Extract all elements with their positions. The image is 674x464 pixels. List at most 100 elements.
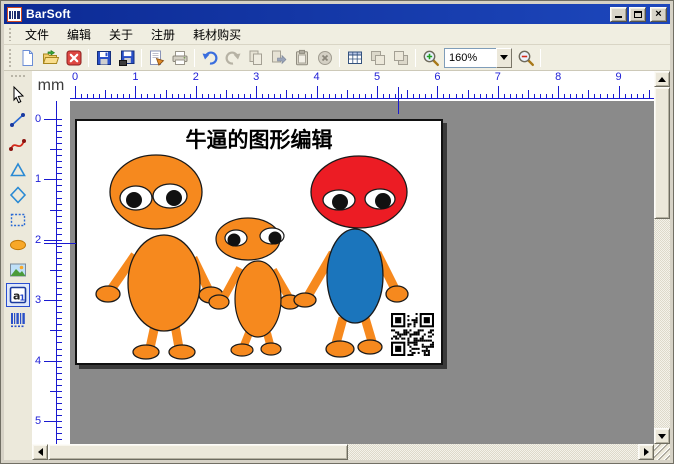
figure1-hand-left[interactable] (95, 285, 121, 303)
ruler-tick (521, 94, 523, 99)
move-icon (271, 50, 286, 64)
horizontal-scrollbar[interactable] (32, 444, 670, 460)
figure3-body[interactable] (326, 228, 384, 324)
ruler-tick (56, 348, 62, 350)
figure-left-orange[interactable] (95, 154, 224, 360)
v-ruler-baseline (56, 101, 57, 444)
figure2-body[interactable] (234, 260, 282, 338)
figure2-foot-right[interactable] (260, 342, 282, 356)
zoom-in-button[interactable] (419, 47, 442, 69)
menubar-grip[interactable] (8, 27, 12, 41)
new-document-button[interactable] (16, 47, 39, 69)
ruler-tick (189, 94, 191, 99)
ruler-tick (274, 94, 276, 99)
ruler-tick (75, 86, 76, 99)
ruler-tick (395, 94, 397, 99)
figure3-head[interactable] (310, 155, 408, 229)
ruler-tick (56, 288, 62, 290)
print-button[interactable] (168, 47, 191, 69)
menu-about[interactable]: 关于 (100, 24, 142, 45)
design-label-canvas[interactable]: 牛逼的图形编辑 (75, 119, 443, 365)
ruler-tick (534, 94, 536, 99)
figure-middle-orange[interactable] (208, 217, 301, 357)
tool-image[interactable] (6, 258, 30, 282)
zoom-out-button[interactable] (514, 47, 537, 69)
figure2-foot-left[interactable] (230, 343, 254, 357)
page-setup-button[interactable] (145, 47, 168, 69)
scroll-right-button[interactable] (638, 444, 654, 460)
ruler-tick (105, 90, 107, 99)
save-file-button[interactable] (92, 47, 115, 69)
ruler-tick (159, 94, 161, 99)
tool-ellipse[interactable] (6, 233, 30, 257)
tool-select[interactable] (6, 83, 30, 107)
tool-curve[interactable] (6, 133, 30, 157)
ruler-tick (56, 342, 62, 344)
menu-supplies[interactable]: 耗材购买 (184, 24, 250, 45)
close-icon: × (655, 7, 662, 20)
v-ruler-number: 5 (35, 415, 42, 427)
ruler-tick (56, 354, 62, 356)
app-icon-barcode[interactable] (7, 6, 22, 22)
save-as-button[interactable] (115, 47, 138, 69)
maximize-icon (633, 10, 642, 18)
tool-rectangle[interactable] (6, 208, 30, 232)
ruler-unit-label: mm (37, 77, 65, 94)
figure3-hand-left[interactable] (293, 292, 317, 308)
zoom-level-input[interactable] (444, 47, 496, 68)
h-ruler: 0 1 2 3 4 5 6 7 8 9 (70, 71, 654, 114)
maximize-button[interactable] (629, 6, 646, 22)
move-button (267, 47, 290, 69)
vertical-scrollbar-thumb[interactable] (654, 87, 670, 219)
grid-settings-button[interactable] (343, 47, 366, 69)
ruler-tick (515, 94, 517, 99)
tool-diamond[interactable] (6, 183, 30, 207)
tool-palette-grip[interactable] (10, 74, 26, 78)
figure3-foot-right[interactable] (357, 339, 383, 355)
tool-triangle[interactable] (6, 158, 30, 182)
zoom-dropdown-button[interactable] (496, 47, 512, 68)
save-file-icon (96, 50, 111, 65)
ruler-tick (135, 86, 137, 99)
close-button[interactable]: × (650, 6, 667, 22)
undo-button[interactable] (198, 47, 221, 69)
minimize-button[interactable] (610, 6, 627, 22)
label-title-text[interactable]: 牛逼的图形编辑 (77, 124, 441, 154)
figure1-body[interactable] (127, 234, 201, 332)
design-canvas[interactable]: 牛逼的图形编辑 (70, 101, 654, 444)
figure1-pupil-left (126, 192, 142, 208)
ruler-tick (56, 263, 62, 265)
ruler-tick (56, 173, 62, 175)
ruler-tick (570, 94, 572, 99)
vertical-scrollbar-track[interactable] (654, 219, 670, 428)
figure3-foot-left[interactable] (325, 340, 355, 358)
ruler-tick (358, 94, 360, 99)
ruler-tick (564, 94, 566, 99)
tool-line[interactable] (6, 108, 30, 132)
resize-grip[interactable] (654, 444, 670, 460)
menu-edit[interactable]: 编辑 (58, 24, 100, 45)
vertical-scrollbar[interactable] (654, 71, 670, 444)
tool-text[interactable]: a 1 (6, 283, 30, 307)
ruler-tick (401, 94, 403, 99)
scroll-up-button[interactable] (654, 71, 670, 87)
menu-file[interactable]: 文件 (16, 24, 58, 45)
ruler-tick (219, 94, 221, 99)
figure2-hand-left[interactable] (208, 294, 230, 310)
horizontal-scrollbar-track[interactable] (348, 444, 638, 460)
horizontal-scrollbar-thumb[interactable] (48, 444, 348, 460)
figure1-foot-right[interactable] (168, 344, 196, 360)
toolbar-separator (540, 48, 541, 67)
figure3-hand-right[interactable] (385, 285, 409, 303)
tool-barcode[interactable] (6, 308, 30, 332)
ruler-tick (87, 94, 89, 99)
qr-code[interactable] (391, 313, 434, 356)
toolbar-grip[interactable] (8, 48, 12, 67)
scroll-down-button[interactable] (654, 428, 670, 444)
ruler-tick (56, 167, 62, 169)
menu-register[interactable]: 注册 (142, 24, 184, 45)
figure1-foot-left[interactable] (132, 344, 160, 360)
close-file-button[interactable] (62, 47, 85, 69)
open-file-button[interactable] (39, 47, 62, 69)
scroll-left-button[interactable] (32, 444, 48, 460)
